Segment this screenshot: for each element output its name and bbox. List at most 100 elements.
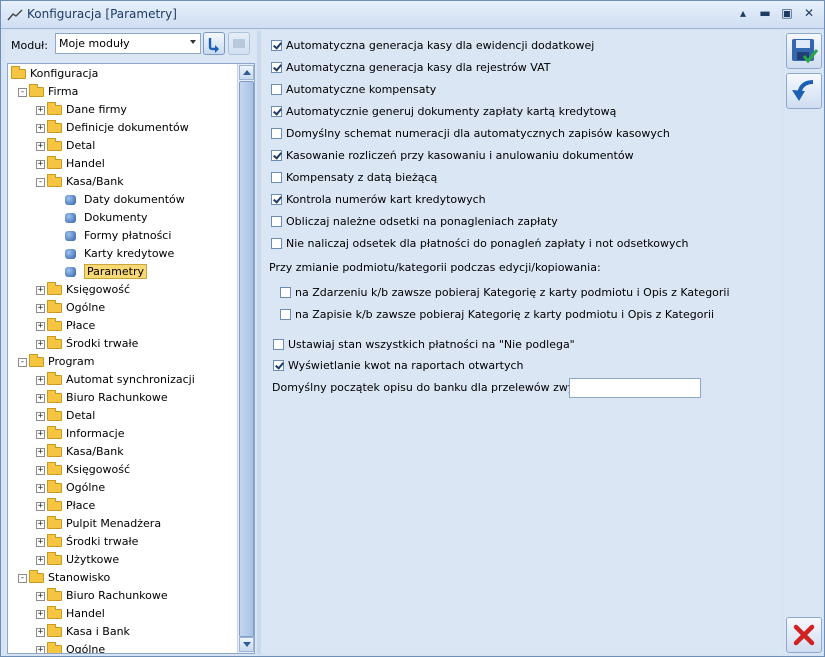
option-checkbox[interactable]: [271, 216, 282, 227]
tree-item[interactable]: + Użytkowe: [8, 551, 237, 569]
option-checkbox[interactable]: [271, 172, 282, 183]
tree-item[interactable]: + Biuro Rachunkowe: [8, 389, 237, 407]
tree-item[interactable]: + Kasa/Bank: [8, 443, 237, 461]
tree-item[interactable]: Parametry: [8, 263, 237, 281]
tree-item[interactable]: Dokumenty: [8, 209, 237, 227]
option-checkbox[interactable]: [280, 287, 291, 298]
tree-item[interactable]: Daty dokumentów: [8, 191, 237, 209]
expand-icon[interactable]: +: [36, 412, 45, 421]
minimize-icon[interactable]: ▬: [758, 5, 772, 21]
tree-item[interactable]: + Detal: [8, 407, 237, 425]
tree-scrollbar[interactable]: [237, 64, 254, 653]
expand-icon[interactable]: +: [36, 124, 45, 133]
folder-icon: [47, 318, 62, 331]
module-select[interactable]: Moje moduły: [55, 33, 201, 54]
expand-icon[interactable]: +: [36, 142, 45, 151]
tree-item[interactable]: + Handel: [8, 605, 237, 623]
expand-icon[interactable]: +: [36, 520, 45, 529]
config-tree[interactable]: Konfiguracja - Firma + Dane firmy + Definicje …: [7, 63, 255, 654]
tree-item[interactable]: + Handel: [8, 155, 237, 173]
tree-item[interactable]: Formy płatności: [8, 227, 237, 245]
expand-icon[interactable]: +: [36, 430, 45, 439]
tree-item[interactable]: + Księgowość: [8, 281, 237, 299]
tree-item[interactable]: + Kasa i Bank: [8, 623, 237, 641]
tree-item[interactable]: + Ogólne: [8, 299, 237, 317]
collapse-icon[interactable]: -: [18, 358, 27, 367]
expand-icon[interactable]: +: [36, 538, 45, 547]
title-bar[interactable]: Konfiguracja [Parametry] ▴ ▬ ▣ ✕: [1, 1, 824, 29]
tree-item[interactable]: - Kasa/Bank: [8, 173, 237, 191]
tree-item[interactable]: - Stanowisko: [8, 569, 237, 587]
option-checkbox[interactable]: [273, 360, 284, 371]
collapse-icon[interactable]: -: [18, 88, 27, 97]
folder-icon: [47, 408, 62, 421]
cancel-button[interactable]: [786, 617, 822, 653]
expand-icon[interactable]: +: [36, 466, 45, 475]
undo-button[interactable]: [786, 73, 822, 109]
expand-icon[interactable]: +: [36, 106, 45, 115]
option-checkbox[interactable]: [271, 128, 282, 139]
help-icon[interactable]: ▴: [736, 5, 750, 21]
tree-item[interactable]: + Automat synchronizacji: [8, 371, 237, 389]
bank-desc-input[interactable]: [569, 378, 701, 398]
collapse-icon[interactable]: -: [36, 178, 45, 187]
tree-item[interactable]: + Dane firmy: [8, 101, 237, 119]
tree-item[interactable]: + Ogólne: [8, 479, 237, 497]
tree-item-label: Definicje dokumentów: [66, 121, 189, 134]
option-label: na Zdarzeniu k/b zawsze pobieraj Kategor…: [295, 286, 730, 299]
tree-item[interactable]: + Definicje dokumentów: [8, 119, 237, 137]
save-button[interactable]: [786, 33, 822, 69]
expand-icon[interactable]: +: [36, 160, 45, 169]
expand-icon[interactable]: +: [36, 376, 45, 385]
close-icon[interactable]: ✕: [802, 5, 816, 21]
collapse-icon[interactable]: -: [18, 574, 27, 583]
expand-icon[interactable]: +: [36, 322, 45, 331]
expand-icon[interactable]: +: [36, 340, 45, 349]
module-label: Moduł:: [11, 39, 49, 52]
chevron-down-icon[interactable]: [190, 40, 196, 44]
option-checkbox[interactable]: [271, 62, 282, 73]
expand-icon[interactable]: +: [36, 484, 45, 493]
tree-item[interactable]: + Ogólne: [8, 641, 237, 653]
scroll-down-button[interactable]: [239, 637, 254, 652]
maximize-icon[interactable]: ▣: [780, 5, 794, 21]
refresh-button[interactable]: [203, 32, 225, 55]
tree-item[interactable]: + Księgowość: [8, 461, 237, 479]
expand-icon[interactable]: +: [36, 394, 45, 403]
expand-icon[interactable]: +: [36, 610, 45, 619]
tree-item[interactable]: Konfiguracja: [8, 65, 237, 83]
save-icon: [792, 39, 819, 64]
option-checkbox[interactable]: [271, 40, 282, 51]
option-checkbox[interactable]: [271, 84, 282, 95]
expand-icon[interactable]: +: [36, 286, 45, 295]
tree-item[interactable]: + Pulpit Menadżera: [8, 515, 237, 533]
tree-item[interactable]: Karty kredytowe: [8, 245, 237, 263]
tree-item[interactable]: + Środki trwałe: [8, 533, 237, 551]
tree-item-label: Dane firmy: [66, 103, 127, 116]
tree-item[interactable]: + Detal: [8, 137, 237, 155]
expand-icon[interactable]: +: [36, 628, 45, 637]
expand-icon[interactable]: +: [36, 592, 45, 601]
tree-item[interactable]: + Środki trwałe: [8, 335, 237, 353]
option-checkbox[interactable]: [273, 339, 284, 350]
option-checkbox[interactable]: [271, 106, 282, 117]
tree-item[interactable]: - Program: [8, 353, 237, 371]
scroll-thumb[interactable]: [239, 81, 254, 637]
tree-item[interactable]: - Firma: [8, 83, 237, 101]
expand-icon[interactable]: +: [36, 646, 45, 653]
tree-item[interactable]: + Płace: [8, 497, 237, 515]
option-checkbox[interactable]: [271, 150, 282, 161]
tree-item[interactable]: + Biuro Rachunkowe: [8, 587, 237, 605]
expand-icon[interactable]: +: [36, 304, 45, 313]
option-checkbox[interactable]: [271, 238, 282, 249]
expand-icon[interactable]: +: [36, 556, 45, 565]
parameters-panel: Automatyczna generacja kasy dla ewidencj…: [261, 31, 782, 654]
option-checkbox[interactable]: [271, 194, 282, 205]
expand-icon[interactable]: +: [36, 502, 45, 511]
tree-item[interactable]: + Płace: [8, 317, 237, 335]
scroll-up-button[interactable]: [239, 65, 254, 80]
export-button[interactable]: [228, 32, 250, 55]
expand-icon[interactable]: +: [36, 448, 45, 457]
option-checkbox[interactable]: [280, 309, 291, 320]
tree-item[interactable]: + Informacje: [8, 425, 237, 443]
